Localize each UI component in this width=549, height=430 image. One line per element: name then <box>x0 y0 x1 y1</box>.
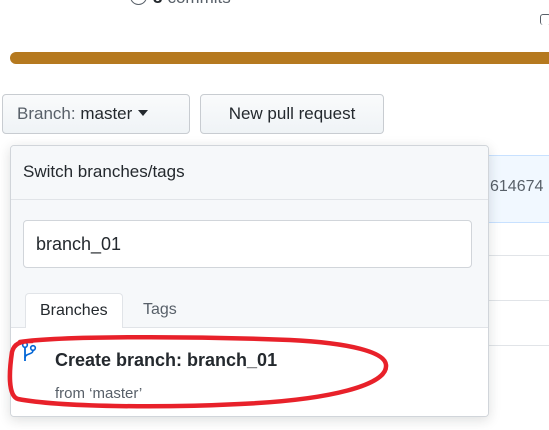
create-branch-source: from ‘master’ <box>55 385 143 402</box>
branch-prefix: Branch: <box>17 104 76 123</box>
tab-branches[interactable]: Branches <box>25 293 123 329</box>
commits-count: 3 <box>153 0 162 7</box>
filter-container <box>11 200 488 295</box>
git-branch-icon <box>21 341 37 361</box>
tab-tags[interactable]: Tags <box>129 293 191 328</box>
branch-select-button[interactable]: Branch: master <box>2 94 190 134</box>
language-bar[interactable] <box>10 52 549 64</box>
chevron-down-icon <box>138 110 149 116</box>
create-branch-item[interactable]: Create branch: branch_01 from ‘master’ <box>11 328 488 416</box>
branch-filter-input[interactable] <box>23 220 472 268</box>
dropdown-title: Switch branches/tags <box>11 146 488 200</box>
commits-label: commits <box>167 0 230 7</box>
new-pull-request-button[interactable]: New pull request <box>200 94 384 134</box>
branch-count-icon <box>540 14 549 25</box>
history-icon <box>130 0 147 5</box>
current-branch-name: master <box>80 104 133 123</box>
branch-dropdown: Switch branches/tags Branches Tags Creat… <box>10 145 489 417</box>
repo-page: 3 commits Branch: master New pull request… <box>0 0 549 430</box>
create-branch-label: Create branch: branch_01 <box>55 350 278 370</box>
commit-hash[interactable]: 614674 <box>490 178 543 196</box>
commits-link[interactable]: 3 commits <box>130 0 231 8</box>
dropdown-tabs: Branches Tags <box>11 284 488 329</box>
